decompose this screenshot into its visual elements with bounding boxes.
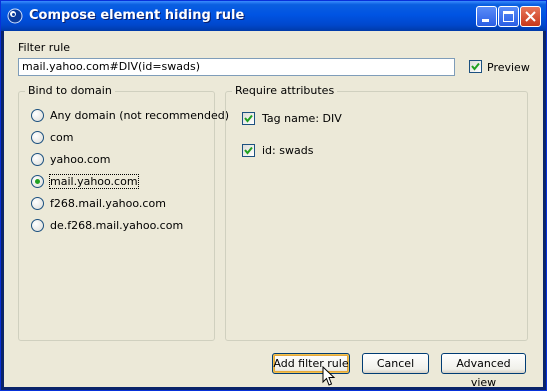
preview-label: Preview	[487, 61, 530, 74]
filter-rule-label: Filter rule	[18, 41, 71, 54]
close-icon	[525, 11, 536, 22]
radio-button[interactable]	[31, 131, 44, 144]
require-attributes-title: Require attributes	[232, 84, 338, 97]
preview-checkbox[interactable]	[469, 60, 482, 73]
dialog-body: Filter rule mail.yahoo.com#DIV(id=swads)…	[4, 31, 543, 389]
attribute-checkbox[interactable]	[242, 112, 255, 125]
radio-button-selected[interactable]	[31, 175, 44, 188]
radio-button[interactable]	[31, 197, 44, 210]
domain-option-label: mail.yahoo.com	[49, 174, 139, 189]
bind-to-domain-title: Bind to domain	[25, 84, 115, 97]
attribute-label: Tag name: DIV	[262, 112, 342, 125]
checkmark-icon	[244, 146, 253, 155]
bind-to-domain-group: Bind to domain Any domain (not recommend…	[18, 84, 229, 341]
maximize-icon	[503, 11, 514, 22]
app-icon	[7, 8, 23, 24]
minimize-icon	[482, 19, 489, 22]
domain-option-label: com	[50, 131, 74, 144]
title-bar[interactable]: Compose element hiding rule	[1, 1, 546, 31]
filter-rule-input[interactable]: mail.yahoo.com#DIV(id=swads)	[18, 58, 455, 76]
attribute-checkbox[interactable]	[242, 144, 255, 157]
radio-dot-icon	[35, 179, 40, 184]
window-title: Compose element hiding rule	[29, 8, 245, 23]
dialog-window: Compose element hiding rule Filter rule …	[0, 0, 547, 391]
mouse-pointer-icon	[322, 366, 336, 386]
add-filter-rule-button[interactable]: Add filter rule	[272, 353, 350, 374]
require-attributes-group: Require attributes Tag name: DIV id: swa…	[225, 84, 528, 341]
checkmark-icon	[244, 114, 253, 123]
radio-button[interactable]	[31, 153, 44, 166]
domain-option-label: f268.mail.yahoo.com	[50, 197, 166, 210]
close-button[interactable]	[520, 6, 541, 27]
domain-option-label: Any domain (not recommended)	[50, 109, 230, 122]
attribute-label: id: swads	[262, 144, 314, 157]
radio-button[interactable]	[31, 219, 44, 232]
checkmark-icon	[471, 62, 480, 71]
cancel-button[interactable]: Cancel	[362, 353, 429, 374]
minimize-button[interactable]	[476, 6, 497, 27]
radio-button[interactable]	[31, 109, 44, 122]
domain-option-label: yahoo.com	[50, 153, 111, 166]
domain-option-label: de.f268.mail.yahoo.com	[50, 219, 184, 232]
maximize-button[interactable]	[498, 6, 519, 27]
advanced-view-button[interactable]: Advanced view	[441, 353, 526, 389]
